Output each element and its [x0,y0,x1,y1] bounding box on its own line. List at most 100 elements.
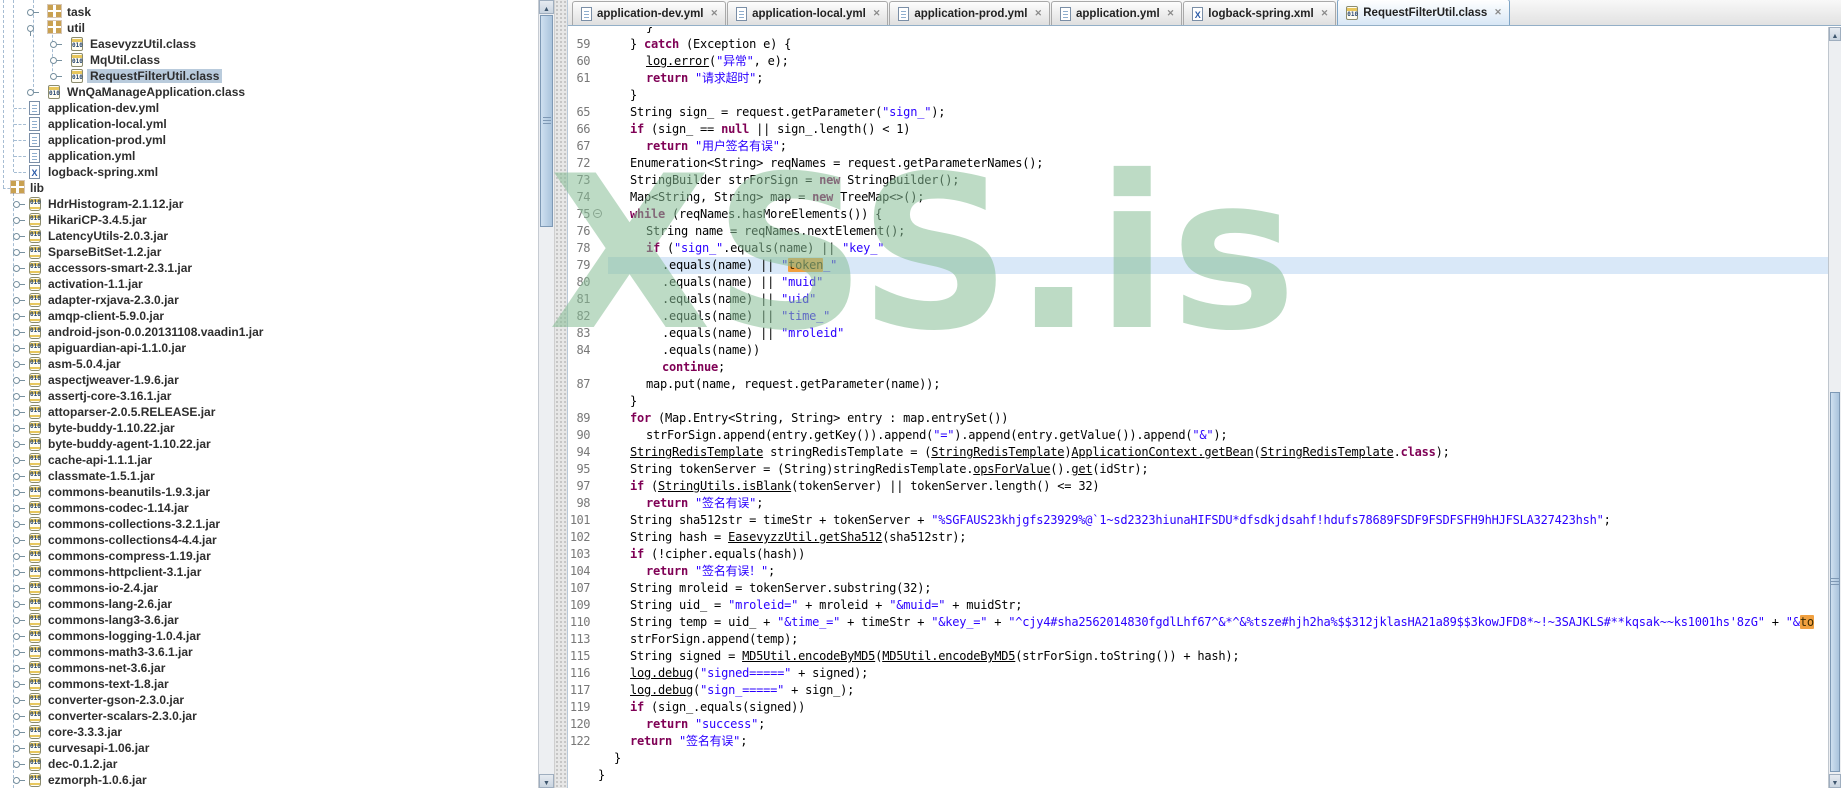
code-line[interactable]: 103 if (!cipher.equals(hash)) [568,546,1828,563]
expand-handle-icon[interactable] [50,41,62,50]
tree-item[interactable]: 010 HdrHistogram-2.1.12.jar [0,196,538,212]
code-line[interactable]: 60 log.error("异常", e); [568,53,1828,70]
expand-handle-icon[interactable] [13,585,25,594]
code-line[interactable]: continue; [568,359,1828,376]
code-area[interactable]: } 59} catch (Exception e) {60 log.error("异… [568,27,1828,788]
tree-item[interactable]: 010 commons-lang3-3.6.jar [0,612,538,628]
expand-handle-icon[interactable] [13,681,25,690]
expand-handle-icon[interactable] [13,601,25,610]
code-line[interactable]: 104 return "签名有误！"; [568,563,1828,580]
code-line[interactable]: } [568,767,1828,784]
scroll-down-button[interactable]: ▼ [1829,774,1841,788]
tree-item[interactable]: 010 classmate-1.5.1.jar [0,468,538,484]
scroll-up-button[interactable]: ▲ [1829,27,1841,41]
tree-item[interactable]: 010 apiguardian-api-1.1.0.jar [0,340,538,356]
code-line[interactable]: 94 StringRedisTemplate stringRedisTemplat… [568,444,1828,461]
expand-handle-icon[interactable] [13,489,25,498]
code-line[interactable]: 95 String tokenServer = (String)stringRed… [568,461,1828,478]
expand-handle-icon[interactable] [13,265,25,274]
code-line[interactable]: } [568,87,1828,104]
expand-handle-icon[interactable] [13,377,25,386]
tree-item[interactable]: 010 activation-1.1.jar [0,276,538,292]
tree-item[interactable]: 010 MqUtil.class [0,52,538,68]
tree-item[interactable]: 010 assertj-core-3.16.1.jar [0,388,538,404]
tree-item[interactable]: 010 commons-lang-2.6.jar [0,596,538,612]
code-line[interactable]: } [568,750,1828,767]
tree-item[interactable]: 010 cache-api-1.1.1.jar [0,452,538,468]
expand-handle-icon[interactable] [13,441,25,450]
code-line[interactable]: 102 String hash = EasevyzzUtil.getSha512(… [568,529,1828,546]
expand-handle-icon[interactable] [13,569,25,578]
tab-close-icon[interactable]: ✕ [873,8,881,19]
tree-item[interactable]: 010 commons-httpclient-3.1.jar [0,564,538,580]
tree-item[interactable]: 010 SparseBitSet-1.2.jar [0,244,538,260]
code-line[interactable]: 72 Enumeration<String> reqNames = request… [568,155,1828,172]
tree-item[interactable]: util [0,20,538,36]
tree-item[interactable]: application.yml [0,148,538,164]
tree-item[interactable]: 010 accessors-smart-2.3.1.jar [0,260,538,276]
expand-handle-icon[interactable] [13,761,25,770]
tree-item[interactable]: 010 commons-math3-3.6.1.jar [0,644,538,660]
code-line[interactable]: } [568,27,1828,36]
expand-handle-icon[interactable] [13,521,25,530]
code-line[interactable]: 75− while (reqNames.hasMoreElements()) { [568,206,1828,223]
tree-item[interactable]: 010 android-json-0.0.20131108.vaadin1.jar [0,324,538,340]
code-line[interactable]: 73 StringBuilder strForSign = new StringB… [568,172,1828,189]
tree-item[interactable]: 010 RequestFilterUtil.class [0,68,538,84]
expand-handle-icon[interactable] [13,665,25,674]
code-line[interactable]: 79 .equals(name) || "token_" [568,257,1828,274]
code-line[interactable]: 80 .equals(name) || "muid" [568,274,1828,291]
code-line[interactable]: 115 String signed = MD5Util.encodeByMD5(M… [568,648,1828,665]
expand-handle-icon[interactable] [13,729,25,738]
expand-handle-icon[interactable] [13,617,25,626]
expand-handle-icon[interactable] [13,713,25,722]
expand-handle-icon[interactable] [50,73,62,82]
tree-item[interactable]: 010 attoparser-2.0.5.RELEASE.jar [0,404,538,420]
tree-item[interactable]: 010 commons-compress-1.19.jar [0,548,538,564]
tree-item[interactable]: 010 commons-collections4-4.4.jar [0,532,538,548]
fold-collapse-icon[interactable]: − [593,209,602,218]
code-line[interactable]: 120 return "success"; [568,716,1828,733]
tab-application-local.yml[interactable]: application-local.yml ✕ [727,1,889,25]
expand-handle-icon[interactable] [13,297,25,306]
tree-item[interactable]: 010 EasevyzzUtil.class [0,36,538,52]
tree-item[interactable]: 010 core-3.3.3.jar [0,724,538,740]
tree-item[interactable]: 010 commons-beanutils-1.9.3.jar [0,484,538,500]
tab-application-prod.yml[interactable]: application-prod.yml ✕ [889,1,1050,25]
code-line[interactable]: 116 log.debug("signed=====" + signed); [568,665,1828,682]
code-line[interactable]: 98 return "签名有误"; [568,495,1828,512]
expand-handle-icon[interactable] [13,281,25,290]
code-line[interactable]: 59} catch (Exception e) { [568,36,1828,53]
tree-item[interactable]: 010 WnQaManageApplication.class [0,84,538,100]
expand-handle-icon[interactable] [13,553,25,562]
tree-item[interactable]: 010 asm-5.0.4.jar [0,356,538,372]
tree-item[interactable]: 010 commons-logging-1.0.4.jar [0,628,538,644]
tree-item[interactable]: application-prod.yml [0,132,538,148]
tab-close-icon[interactable]: ✕ [1167,8,1175,19]
code-line[interactable]: } [568,393,1828,410]
tree-item[interactable]: Xlogback-spring.xml [0,164,538,180]
expand-handle-icon[interactable] [13,697,25,706]
expand-handle-icon[interactable] [13,505,25,514]
code-line[interactable]: 109 String uid_ = "mroleid=" + mroleid + … [568,597,1828,614]
tab-RequestFilterUtil.class[interactable]: 010 RequestFilterUtil.class ✕ [1337,0,1510,25]
scroll-down-button[interactable]: ▼ [539,774,554,788]
tree-item[interactable]: 010 converter-scalars-2.3.0.jar [0,708,538,724]
expand-handle-icon[interactable] [27,9,39,18]
expand-handle-icon[interactable] [50,57,62,66]
expand-handle-icon[interactable] [13,409,25,418]
tree-item[interactable]: 010 HikariCP-3.4.5.jar [0,212,538,228]
panel-splitter[interactable] [554,0,568,788]
scrollbar-thumb[interactable] [540,15,553,227]
expand-handle-icon[interactable] [13,745,25,754]
code-line[interactable]: 122 return "签名有误"; [568,733,1828,750]
tree-item[interactable]: 010 LatencyUtils-2.0.3.jar [0,228,538,244]
code-line[interactable]: 119 if (sign_.equals(signed)) [568,699,1828,716]
expand-handle-icon[interactable] [27,25,39,36]
tree-item[interactable]: 010 commons-net-3.6.jar [0,660,538,676]
tree-item[interactable]: 010 commons-text-1.8.jar [0,676,538,692]
tree-item[interactable]: 010 curvesapi-1.06.jar [0,740,538,756]
tree-item[interactable]: 010 byte-buddy-agent-1.10.22.jar [0,436,538,452]
tree-item[interactable]: application-local.yml [0,116,538,132]
code-line[interactable]: 107 String mroleid = tokenServer.substrin… [568,580,1828,597]
